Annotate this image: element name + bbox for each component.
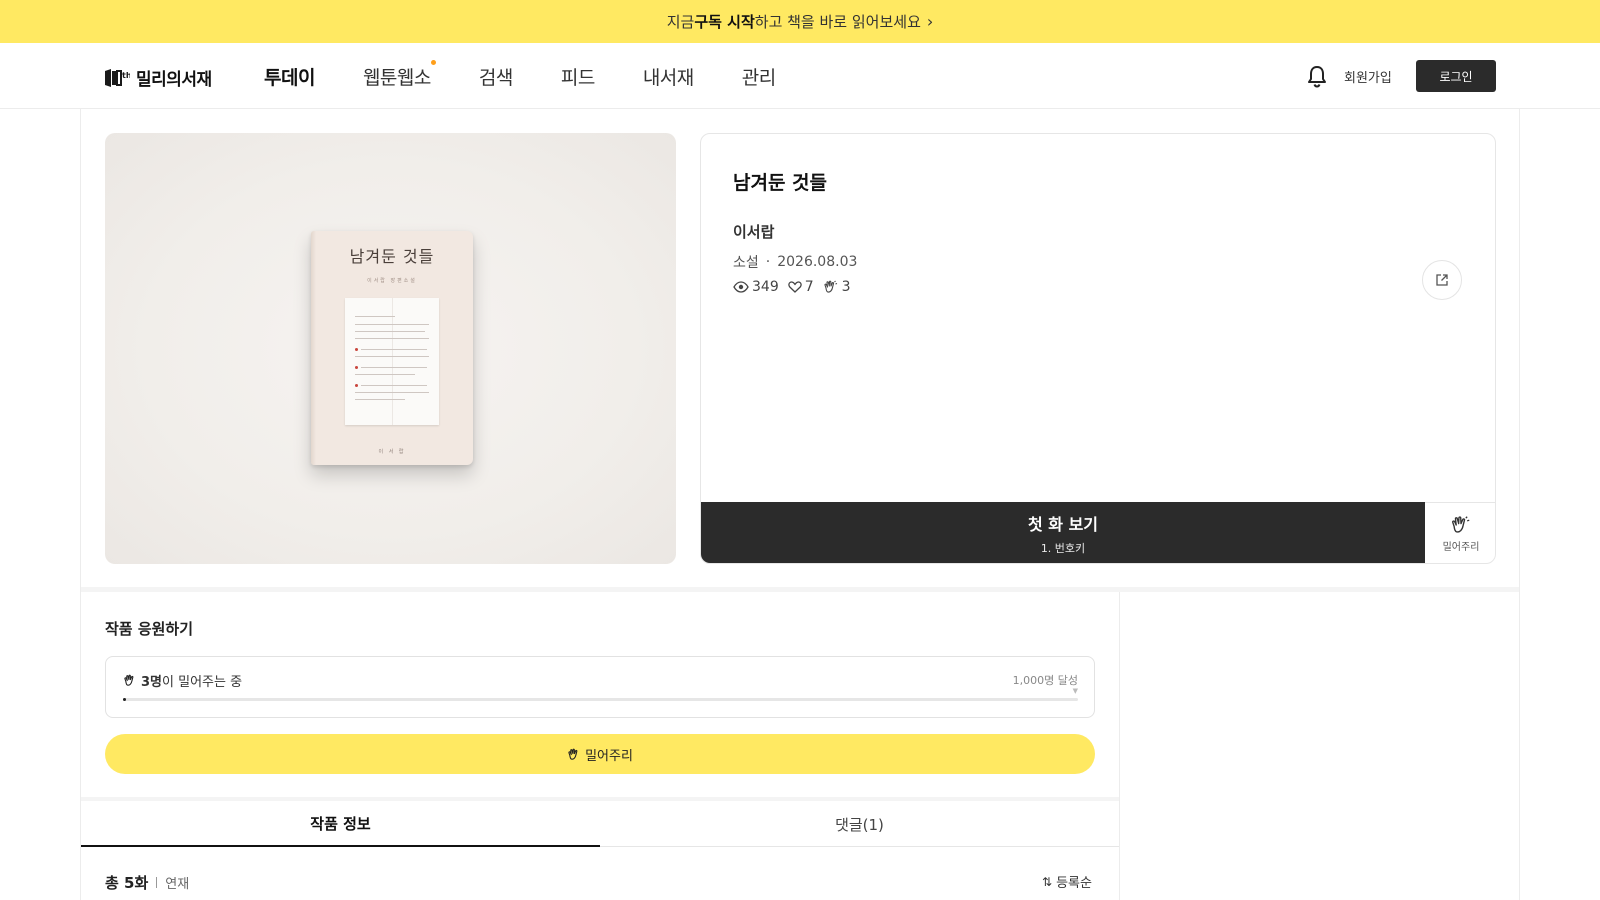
genre-label: 소설 — [733, 255, 759, 271]
cheer-button-label: 밀어주리 — [585, 748, 633, 764]
cover-area: 남겨둔 것들 이서랍 장편소설 이 서 랍 — [105, 133, 676, 564]
support-goal-label: 1,000명 달성 — [1012, 674, 1078, 687]
main-nav: 투데이 웹툰웹소 검색 피드 내서재 관리 — [264, 43, 824, 109]
episode-total: 총 5화 — [105, 874, 149, 892]
nav-library[interactable]: 내서재 — [643, 63, 694, 90]
share-button[interactable] — [1422, 260, 1462, 300]
views-stat: 349 — [733, 279, 779, 295]
cheer-side-button[interactable]: 밀어주리 — [1425, 502, 1495, 563]
content-frame-right — [1519, 109, 1520, 900]
cta-main-label: 첫 화 보기 — [1027, 515, 1099, 534]
book-cover-subtitle: 이서랍 장편소설 — [367, 278, 417, 284]
signup-link[interactable]: 회원가입 — [1344, 67, 1392, 86]
nav-webtoon[interactable]: 웹툰웹소 — [362, 59, 436, 90]
logo-text: 밀리의서재 — [136, 70, 212, 90]
clap-icon — [568, 748, 578, 760]
work-stats: 349 7 3 — [733, 279, 860, 295]
work-info-card: 남겨둔 것들 이서랍 소설 · 2026.08.03 349 7 3 첫 화 보… — [700, 133, 1496, 564]
likes-count: 7 — [804, 279, 814, 295]
likes-stat: 7 — [787, 279, 814, 295]
chevron-right-icon: › — [926, 12, 934, 31]
cheers-stat: 3 — [823, 279, 851, 295]
subscribe-banner[interactable]: 지금 구독 시작 하고 책을 바로 읽어보세요 › — [0, 0, 1600, 43]
new-dot-badge — [430, 59, 436, 65]
support-count-suffix: 이 밀어주는 중 — [162, 675, 243, 690]
nav-webtoon-label: 웹툰웹소 — [362, 66, 431, 89]
nav-today[interactable]: 투데이 — [264, 63, 315, 90]
cheer-button[interactable]: 밀어주리 — [105, 734, 1095, 774]
banner-emphasis: 구독 시작 — [694, 13, 755, 31]
publish-date: 2026.08.03 — [777, 254, 858, 270]
site-header: th 밀리의서재 투데이 웹툰웹소 검색 피드 내서재 관리 회원가입 로그인 — [0, 43, 1600, 109]
book-cover-title: 남겨둔 것들 — [349, 247, 435, 266]
logo-mark-icon: th — [105, 68, 130, 87]
content-frame-left — [80, 109, 81, 900]
banner-prefix: 지금 — [666, 13, 695, 31]
book-cover-author: 이 서 랍 — [378, 449, 406, 455]
book-cover[interactable]: 남겨둔 것들 이서랍 장편소설 이 서 랍 — [311, 231, 473, 465]
clap-icon — [1452, 516, 1470, 533]
serial-status: 연재 — [165, 877, 190, 892]
support-count-label: 3명 이 밀어주는 중 — [123, 671, 242, 690]
section-divider — [81, 587, 1519, 592]
cta-sub-label: 1. 번호키 — [1040, 542, 1086, 555]
support-count: 3명 — [141, 675, 163, 690]
nav-search[interactable]: 검색 — [479, 63, 513, 90]
logo[interactable]: th 밀리의서재 — [104, 65, 212, 90]
eye-icon — [733, 281, 749, 293]
support-section-title: 작품 응원하기 — [105, 620, 194, 638]
work-meta: 소설 · 2026.08.03 — [733, 252, 857, 272]
meta-separator: · — [765, 254, 771, 270]
work-title: 남겨둔 것들 — [733, 172, 828, 194]
episode-list-header: 총 5화 연재 — [105, 872, 189, 893]
clap-icon — [824, 280, 837, 293]
cheers-count: 3 — [841, 279, 851, 295]
views-count: 349 — [752, 279, 779, 295]
support-progress-box: 3명 이 밀어주는 중 1,000명 달성 ▼ — [105, 656, 1095, 718]
sort-label: 등록순 — [1056, 876, 1092, 891]
heart-icon — [787, 281, 802, 293]
cheer-side-label: 밀어주리 — [1442, 542, 1480, 553]
nav-manage[interactable]: 관리 — [742, 63, 776, 90]
content-tabs: 작품 정보 댓글(1) — [81, 801, 1119, 847]
header-separator — [156, 877, 158, 888]
column-divider — [1119, 592, 1120, 900]
clap-icon — [124, 674, 134, 686]
author-name[interactable]: 이서랍 — [733, 221, 774, 242]
goal-marker-icon: ▼ — [1072, 687, 1078, 695]
banner-suffix: 하고 책을 바로 읽어보세요 — [754, 13, 921, 31]
bell-icon[interactable] — [1306, 64, 1328, 88]
support-progress-track — [123, 698, 1078, 701]
sort-icon: ⇅ — [1042, 874, 1053, 889]
read-first-episode-button[interactable]: 첫 화 보기 1. 번호키 — [701, 502, 1425, 563]
sort-button[interactable]: ⇅ 등록순 — [1042, 872, 1092, 892]
support-progress-fill — [123, 698, 126, 701]
book-cover-paper — [345, 298, 439, 425]
tab-comments[interactable]: 댓글(1) — [600, 801, 1119, 847]
nav-feed[interactable]: 피드 — [561, 63, 595, 90]
login-button[interactable]: 로그인 — [1416, 60, 1496, 92]
share-icon — [1436, 274, 1448, 286]
tab-work-info[interactable]: 작품 정보 — [81, 801, 600, 847]
svg-text:th: th — [122, 71, 130, 80]
